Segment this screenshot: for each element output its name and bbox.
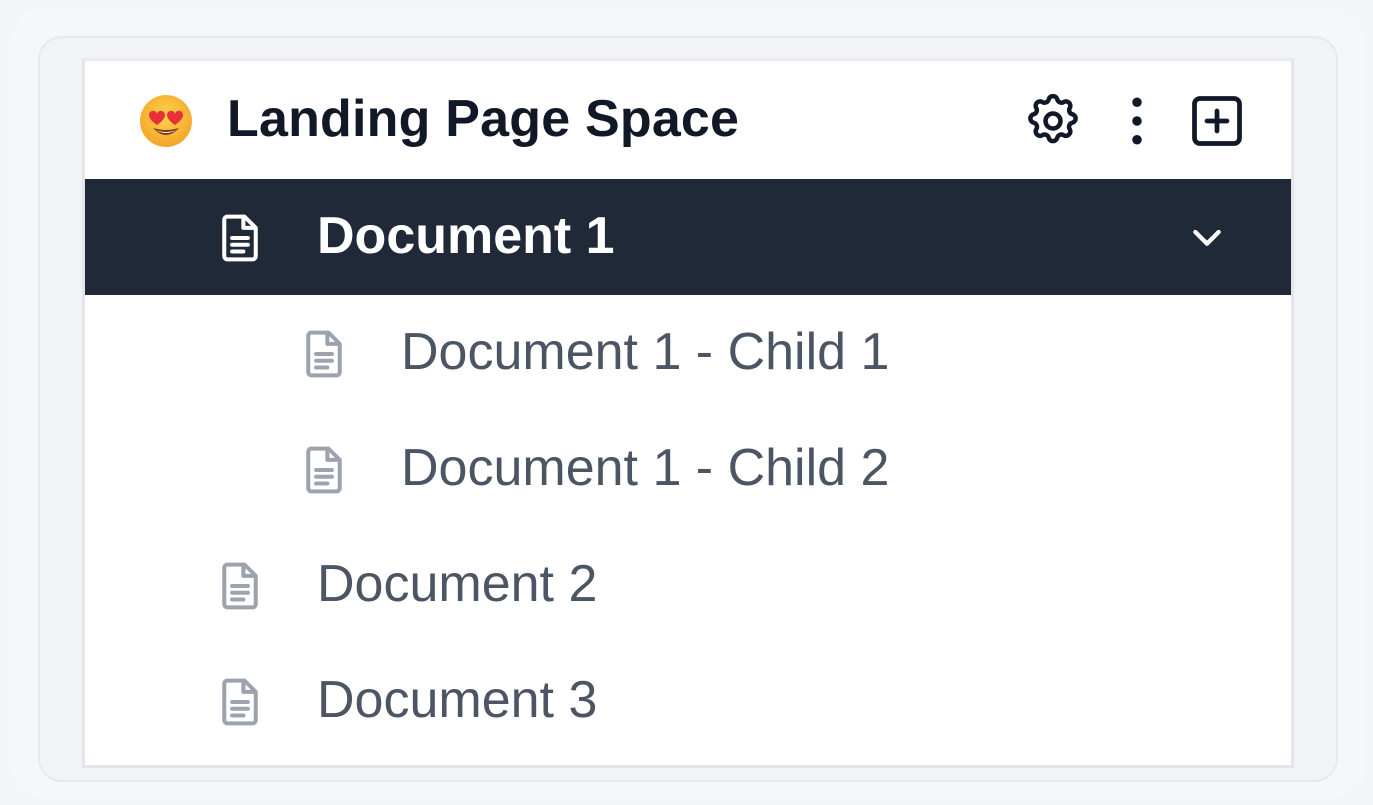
tree-item-label: Document 1 - Child 1 (401, 323, 890, 381)
kebab-menu-icon (1132, 97, 1142, 145)
document-icon (306, 446, 342, 494)
plus-square-icon (1192, 96, 1242, 146)
tree-item-document-2[interactable]: Document 2 (85, 527, 1291, 643)
tree-item-document-3[interactable]: Document 3 (85, 643, 1291, 759)
tree-item-document-1-child-2[interactable]: Document 1 - Child 2 (85, 411, 1291, 527)
document-icon (222, 678, 258, 726)
tree-item-label: Document 2 (317, 555, 598, 613)
tree-item-document-1-child-1[interactable]: Document 1 - Child 1 (85, 295, 1291, 411)
more-options-button[interactable] (1105, 89, 1169, 153)
heart-eyes-emoji-icon (140, 95, 192, 147)
chevron-down-icon[interactable] (1187, 217, 1227, 257)
space-header: Landing Page Space (85, 61, 1291, 179)
settings-button[interactable] (1021, 89, 1085, 153)
tree-item-document-1[interactable]: Document 1 (85, 179, 1291, 295)
tree-item-label: Document 3 (317, 671, 598, 729)
sidebar-panel: Landing Page Space Document 1 Document 1… (82, 58, 1294, 768)
gear-icon (1028, 93, 1078, 144)
document-icon (222, 562, 258, 610)
document-icon (306, 330, 342, 378)
document-icon (222, 214, 258, 262)
add-document-button[interactable] (1185, 89, 1249, 153)
tree-item-label: Document 1 - Child 2 (401, 439, 890, 497)
space-title: Landing Page Space (227, 90, 740, 148)
tree-item-label: Document 1 (317, 207, 615, 265)
